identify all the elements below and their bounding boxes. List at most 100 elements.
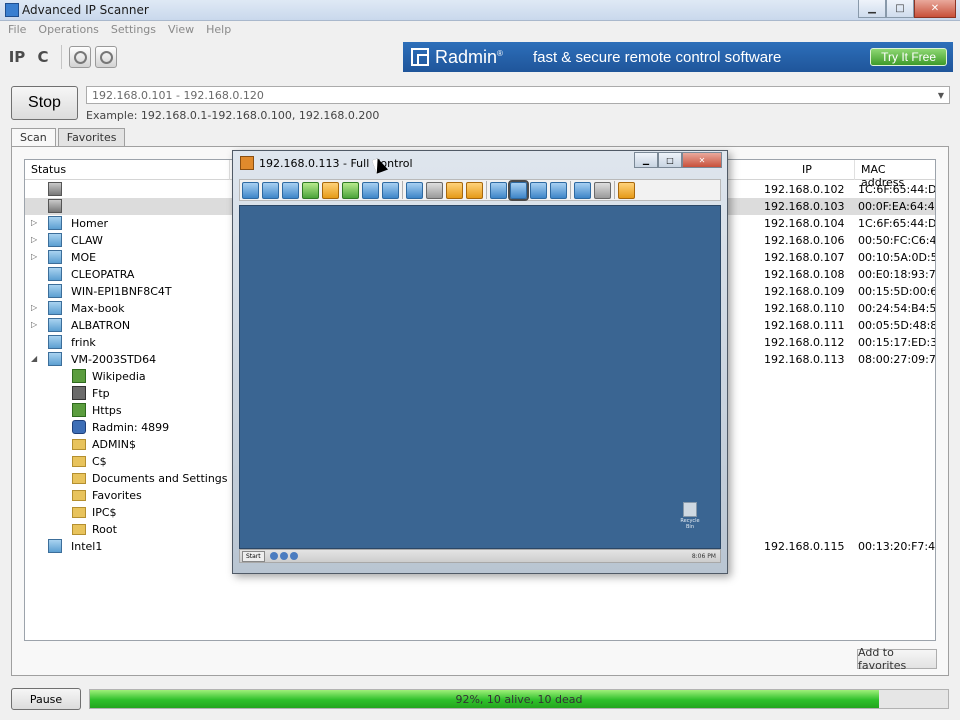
media-icon[interactable] [290,552,298,560]
collapse-icon[interactable]: ◢ [31,354,37,363]
host-name: Wikipedia [92,370,146,383]
scale-icon[interactable] [530,181,547,199]
host-name: Https [92,404,122,417]
close-icon[interactable]: ✕ [682,152,722,168]
ftp-icon [72,386,86,400]
settings-icon[interactable] [594,181,611,199]
expand-icon[interactable]: ▷ [31,218,37,227]
expand-icon[interactable]: ▷ [31,235,37,244]
menu-operations[interactable]: Operations [34,21,106,39]
column-ip[interactable]: IP [760,160,855,180]
ip-range-value: 192.168.0.101 - 192.168.0.120 [92,89,264,102]
computer-icon [48,301,62,315]
host-mac: 1C:6F:65:44:D... [858,183,936,196]
pause-button[interactable]: Pause [11,688,81,710]
https-service-icon [72,403,86,417]
host-mac: 00:50:FC:C6:4... [858,234,936,247]
column-mac[interactable]: MAC address [855,160,935,189]
toolbar-separator [614,181,615,199]
connect-icon[interactable] [426,181,443,199]
close-icon[interactable]: ✕ [914,0,956,18]
app-icon [5,3,19,17]
remote-desktop-view[interactable]: Recycle Bin [239,205,721,549]
host-ip: 192.168.0.102 [764,183,845,196]
menu-view[interactable]: View [164,21,202,39]
host-ip: 192.168.0.107 [764,251,845,264]
shutdown-icon[interactable] [322,181,339,199]
host-mac: 00:15:5D:00:6... [858,285,935,298]
send-file-icon[interactable] [406,181,423,199]
expand-icon[interactable]: ▷ [31,320,37,329]
host-name: WIN-EPI1BNF8C4T [71,285,172,298]
close-session-icon[interactable] [618,181,635,199]
computer-icon [48,318,62,332]
unlock-icon[interactable] [466,181,483,199]
minimize-icon[interactable]: ▁ [634,152,658,168]
menu-file[interactable]: File [4,21,34,39]
ip-range-input[interactable]: 192.168.0.101 - 192.168.0.120 ▼ [86,86,950,104]
toolbar-separator [61,45,62,69]
scan-progress-bar: 92%, 10 alive, 10 dead [89,689,949,709]
computer-icon [48,267,62,281]
stretch-icon[interactable] [550,181,567,199]
expand-icon[interactable]: ▷ [31,252,37,261]
host-name: Radmin: 4899 [92,421,170,434]
remote-window-title: 192.168.0.113 - Full Control [259,157,413,170]
file-transfer-icon[interactable] [302,181,319,199]
power-icon[interactable] [69,46,91,68]
chat-icon[interactable] [342,181,359,199]
try-it-free-button[interactable]: Try It Free [870,48,947,66]
expand-icon[interactable]: ▷ [31,303,37,312]
window-title: Advanced IP Scanner [22,3,149,17]
folder-icon [72,456,86,467]
add-to-favorites-button[interactable]: Add to favorites [857,646,937,672]
host-name: ALBATRON [71,319,131,332]
windowed-icon[interactable] [490,181,507,199]
power-icon[interactable] [95,46,117,68]
explorer-icon[interactable] [280,552,288,560]
ie-icon[interactable] [270,552,278,560]
radmin-ad-banner[interactable]: Radmin® fast & secure remote control sof… [403,42,953,72]
copy-icon[interactable] [574,181,591,199]
minimize-icon[interactable]: ▁ [858,0,886,18]
menu-settings[interactable]: Settings [107,21,164,39]
text-message-icon[interactable] [382,181,399,199]
host-name: frink [71,336,96,349]
tab-favorites[interactable]: Favorites [57,128,126,146]
range-example: Example: 192.168.0.1-192.168.0.100, 192.… [86,109,380,122]
fullscreen-icon[interactable] [508,179,529,201]
host-name: Intel1 [71,540,103,553]
folder-icon [72,439,86,450]
remote-screen-icon[interactable] [242,181,259,199]
remote-control-window[interactable]: 192.168.0.113 - Full Control ▁ □ ✕ Recyc… [232,150,728,574]
computer-icon [48,539,62,553]
folder-icon [72,490,86,501]
chevron-down-icon[interactable]: ▼ [933,87,949,103]
computer-icon [48,352,62,366]
view-icon[interactable] [262,181,279,199]
maximize-icon[interactable]: □ [886,0,914,18]
computer-icon [48,199,62,213]
recycle-bin-icon[interactable]: Recycle Bin [676,502,704,534]
host-name: IPC$ [92,506,117,519]
host-ip: 192.168.0.113 [764,353,845,366]
tab-scan[interactable]: Scan [11,128,56,147]
maximize-icon[interactable]: □ [658,152,682,168]
stop-button[interactable]: Stop [11,86,78,120]
column-status[interactable]: Status [25,160,230,180]
c-class-button[interactable]: C [32,45,54,69]
host-ip: 192.168.0.109 [764,285,845,298]
telnet-icon[interactable] [282,181,299,199]
voice-call-icon[interactable] [362,181,379,199]
remote-toolbar [239,179,721,201]
start-button[interactable]: Start [242,551,265,562]
ip-scan-button[interactable]: IP [6,45,28,69]
host-name: Ftp [92,387,110,400]
host-name: ADMIN$ [92,438,136,451]
lock-icon[interactable] [446,181,463,199]
folder-icon [72,524,86,535]
progress-text: 92%, 10 alive, 10 dead [455,693,583,706]
ad-brand: Radmin® [435,46,503,67]
menu-help[interactable]: Help [202,21,239,39]
host-name: Root [92,523,117,536]
